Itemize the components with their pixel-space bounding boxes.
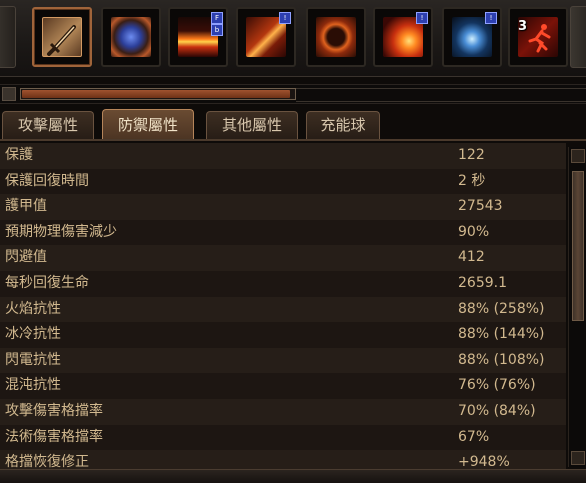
fire-ring-icon [316, 17, 356, 57]
skill-slot-fire-streak[interactable]: ! [236, 7, 296, 67]
skill-bar-left-cap [0, 6, 16, 68]
stat-value: 2 秒 [458, 172, 486, 189]
stat-value: 122 [458, 147, 485, 163]
skill-tag: ! [279, 12, 291, 24]
stat-value: 88% (108%) [458, 351, 545, 368]
stat-value: 88% (144%) [458, 326, 545, 343]
progress-bar [20, 88, 296, 100]
skill-slot-fire-wall[interactable]: F b [168, 7, 228, 67]
stat-row: 閃電抗性 88% (108%) [0, 347, 566, 374]
scroll-down-button[interactable] [571, 451, 585, 465]
stat-value: 76% (76%) [458, 377, 536, 394]
stat-label: 法術傷害格擋率 [5, 428, 103, 445]
skill-tag: F [211, 12, 223, 24]
skill-slot-fireball[interactable]: ! [373, 7, 433, 67]
tab-charges[interactable]: 充能球 [306, 111, 380, 139]
stat-value: 2659.1 [458, 274, 507, 291]
stat-label: 閃避值 [5, 249, 47, 266]
attribute-tabs: 攻擊屬性 防禦屬性 其他屬性 充能球 [0, 107, 586, 141]
defense-stats-list: 保護 122 保護回復時間 2 秒護甲值 27543 預期物理傷害減少 90% 閃避值 412 每… [0, 143, 566, 469]
stat-value: 70% (84%) [458, 402, 536, 419]
progress-row [0, 84, 586, 104]
skill-tag: ! [416, 12, 428, 24]
skill-slot-shield-orb[interactable] [101, 7, 161, 67]
skill-slot-sword[interactable] [32, 7, 92, 67]
stat-row: 冰冷抗性 88% (144%) [0, 322, 566, 348]
panel-bottom-border [0, 469, 586, 483]
skill-slot-ice-burst[interactable]: ! [442, 7, 502, 67]
skill-slot-fire-ring[interactable] [306, 7, 366, 67]
skill-tag: ! [485, 12, 497, 24]
stat-value: 67% [458, 428, 490, 445]
progress-fill [22, 90, 290, 98]
stat-value: 88% (258%) [458, 300, 545, 317]
stat-value: +948% [458, 454, 510, 469]
stat-label: 閃電抗性 [5, 351, 61, 368]
skill-slot-running[interactable]: 3 [508, 7, 568, 67]
scrollbar[interactable] [568, 147, 586, 467]
scroll-up-button[interactable] [571, 149, 585, 163]
stat-label: 攻擊傷害格擋率 [5, 402, 103, 419]
stat-row: 格擋恢復修正 +948% [0, 450, 566, 469]
shield-orb-icon [111, 17, 151, 57]
stat-value: 90% [458, 223, 490, 240]
tab-misc[interactable]: 其他屬性 [206, 111, 298, 139]
stat-row: 攻擊傷害格擋率 70% (84%) [0, 398, 566, 425]
stat-row: 閃避值 412 [0, 245, 566, 271]
scroll-thumb[interactable] [572, 171, 584, 321]
stat-row: 預期物理傷害減少 90% [0, 219, 566, 246]
stat-row: 每秒回復生命 2659.1 [0, 270, 566, 297]
skill-bar-right-cap [570, 6, 586, 68]
stat-label: 預期物理傷害減少 [5, 223, 117, 240]
stat-label: 混沌抗性 [5, 377, 61, 394]
tab-offense[interactable]: 攻擊屬性 [2, 111, 94, 139]
progress-handle[interactable] [2, 87, 16, 101]
stat-label: 每秒回復生命 [5, 274, 89, 291]
stat-row: 保護 122 [0, 143, 566, 169]
skill-tag: b [211, 24, 223, 36]
stat-row: 火焰抗性 88% (258%) [0, 296, 566, 323]
stat-label: 保護回復時間 [5, 172, 89, 189]
stat-row: 保護回復時間 2 秒 [0, 168, 566, 195]
stat-row: 護甲值 27543 [0, 194, 566, 220]
stat-label: 保護 [5, 147, 33, 163]
stat-row: 法術傷害格擋率 67% [0, 424, 566, 451]
stat-label: 護甲值 [5, 198, 47, 215]
stat-label: 冰冷抗性 [5, 326, 61, 343]
stat-label: 火焰抗性 [5, 300, 61, 317]
skill-count: 3 [518, 19, 528, 34]
skill-bar: F b ! ! ! 3 [0, 0, 586, 77]
tab-defense[interactable]: 防禦屬性 [102, 109, 194, 141]
stat-label: 格擋恢復修正 [5, 454, 89, 469]
stat-value: 412 [458, 249, 485, 266]
stat-row: 混沌抗性 76% (76%) [0, 373, 566, 399]
progress-tail [296, 88, 586, 102]
sword-icon [42, 17, 82, 57]
stat-value: 27543 [458, 198, 503, 215]
tabs-divider [0, 139, 586, 141]
